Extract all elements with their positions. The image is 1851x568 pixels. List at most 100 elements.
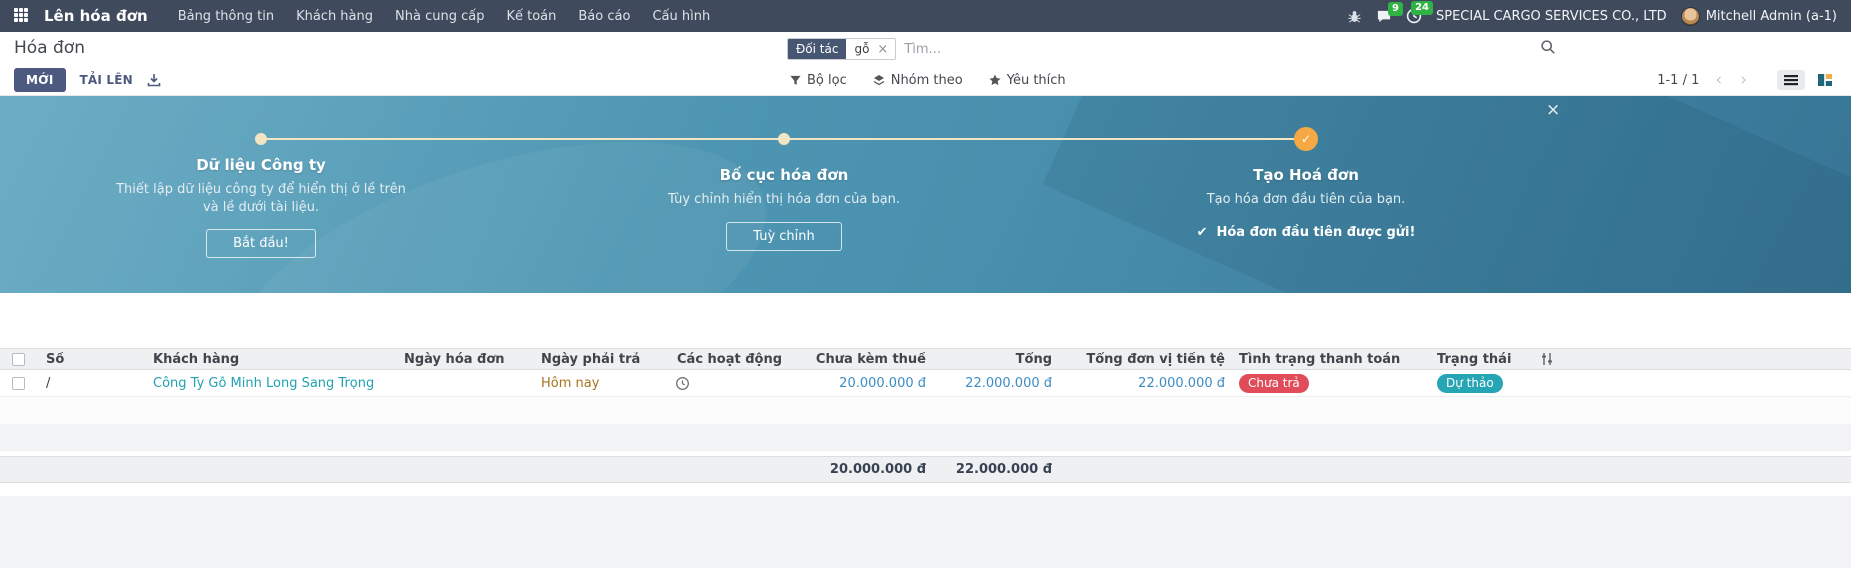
step2-subtitle: Tùy chỉnh hiển thị hóa đơn của bạn. xyxy=(667,192,901,207)
menu-item-settings[interactable]: Cấu hình xyxy=(642,2,720,31)
draft-badge: Dự thảo xyxy=(1437,373,1503,393)
facet-remove-icon[interactable]: × xyxy=(874,43,891,56)
cell-customer-link[interactable]: Công Ty Gỗ Minh Long Sang Trọng xyxy=(147,376,398,391)
company-switcher[interactable]: SPECIAL CARGO SERVICES CO., LTD xyxy=(1436,9,1667,24)
search-icon[interactable] xyxy=(1540,39,1556,59)
pager-next-icon[interactable]: › xyxy=(1736,71,1751,89)
cell-due-date: Hôm nay xyxy=(541,375,600,391)
breadcrumb-row: Hóa đơn Đối tác gỗ × xyxy=(0,32,1851,64)
unpaid-badge: Chưa trả xyxy=(1239,373,1309,393)
empty-row xyxy=(0,397,1851,424)
adjust-columns-icon[interactable] xyxy=(1532,352,1554,366)
search-bar: Đối tác gỗ × xyxy=(787,37,1065,61)
group-by-menu[interactable]: Nhóm theo xyxy=(873,73,963,88)
upload-button[interactable]: TẢI LÊN xyxy=(80,73,133,87)
row-checkbox[interactable] xyxy=(12,376,25,390)
table-row[interactable]: / Công Ty Gỗ Minh Long Sang Trọng Hôm na… xyxy=(0,370,1851,397)
step3-done-icon: ✓ xyxy=(1294,127,1318,151)
menu-item-dashboard[interactable]: Bảng thông tin xyxy=(168,2,284,31)
download-icon[interactable] xyxy=(147,73,161,87)
app-name[interactable]: Lên hóa đơn xyxy=(44,7,148,25)
favorites-menu[interactable]: Yêu thích xyxy=(989,73,1066,88)
banner-close-icon[interactable]: × xyxy=(1546,102,1560,119)
apps-grid-icon[interactable] xyxy=(14,8,30,24)
activities-clock-icon[interactable]: 24 xyxy=(1406,1,1433,24)
select-all-checkbox[interactable] xyxy=(12,352,25,366)
buttons-row: MỚI TẢI LÊN Bộ lọc Nhóm theo Yêu thích 1… xyxy=(0,64,1851,96)
kanban-view-icon[interactable] xyxy=(1811,70,1839,90)
col-payment-status[interactable]: Tình trạng thanh toán xyxy=(1233,352,1431,367)
facet-value: gỗ × xyxy=(846,39,896,59)
step1-title: Dữ liệu Công ty xyxy=(196,156,326,174)
col-total-currency[interactable]: Tổng đơn vị tiền tệ xyxy=(1060,352,1233,367)
app-window: Lên hóa đơn Bảng thông tin Khách hàng Nh… xyxy=(0,0,1851,568)
cell-untaxed: 20.000.000 đ xyxy=(839,375,926,391)
menu-item-reporting[interactable]: Báo cáo xyxy=(568,2,640,31)
search-facet: Đối tác gỗ × xyxy=(787,38,897,60)
search-input[interactable] xyxy=(904,41,1065,57)
col-untaxed[interactable]: Chưa kèm thuế xyxy=(785,352,934,367)
step2-customize-button[interactable]: Tuỳ chỉnh xyxy=(726,221,842,251)
messages-count-badge: 9 xyxy=(1388,1,1403,16)
onboarding-step-create-invoice: Tạo Hoá đơn Tạo hóa đơn đầu tiên của bạn… xyxy=(1106,166,1506,240)
activity-clock-icon[interactable] xyxy=(671,376,785,391)
col-total[interactable]: Tổng xyxy=(934,352,1060,367)
step1-start-button[interactable]: Bắt đầu! xyxy=(206,229,316,259)
pager-zone: 1-1 / 1 ‹ › xyxy=(1657,64,1839,96)
activities-count-badge: 24 xyxy=(1411,1,1433,15)
footer-untaxed-total: 20.000.000 đ xyxy=(829,462,926,477)
col-activities[interactable]: Các hoạt động xyxy=(671,352,785,367)
group-by-icon xyxy=(873,75,885,86)
step2-title: Bố cục hóa đơn xyxy=(719,166,849,184)
group-by-label: Nhóm theo xyxy=(890,72,963,88)
onboarding-step-invoice-layout: Bố cục hóa đơn Tùy chỉnh hiển thị hóa đơ… xyxy=(634,166,934,251)
cell-total-currency: 22.000.000 đ xyxy=(1138,375,1225,391)
cell-payment-status: Chưa trả xyxy=(1233,373,1431,393)
col-invoice-date[interactable]: Ngày hóa đơn xyxy=(398,352,535,367)
footer-total: 22.000.000 đ xyxy=(955,462,1052,477)
step1-subtitle: Thiết lập dữ liệu công ty để hiển thị ở … xyxy=(116,182,406,215)
facet-value-text: gỗ xyxy=(854,42,870,56)
empty-row xyxy=(0,424,1851,451)
col-number[interactable]: Số xyxy=(40,352,147,367)
step3-done-label: Hóa đơn đầu tiên được gửi! xyxy=(1216,224,1416,240)
filter-icon xyxy=(790,75,801,85)
onboarding-step-company-data: Dữ liệu Công ty Thiết lập dữ liệu công t… xyxy=(111,156,411,259)
cell-status: Dự thảo xyxy=(1431,373,1532,393)
list-view-icon[interactable] xyxy=(1777,70,1805,90)
star-icon xyxy=(989,74,1001,86)
col-due-date[interactable]: Ngày phải trả xyxy=(535,352,671,367)
new-button[interactable]: MỚI xyxy=(14,68,66,92)
onboarding-banner: ✓ Dữ liệu Công ty Thiết lập dữ liệu công… xyxy=(0,96,1851,293)
user-menu[interactable]: Mitchell Admin (a-1) xyxy=(1680,6,1837,26)
pager-prev-icon[interactable]: ‹ xyxy=(1711,71,1726,89)
menu-item-accounting[interactable]: Kế toán xyxy=(496,2,566,31)
page-background xyxy=(0,483,1851,568)
step1-dot xyxy=(255,133,267,145)
facet-label: Đối tác xyxy=(788,39,847,59)
debug-bug-icon[interactable] xyxy=(1347,9,1362,24)
favorites-label: Yêu thích xyxy=(1006,72,1066,88)
check-icon: ✔ xyxy=(1196,224,1208,240)
user-name: Mitchell Admin (a-1) xyxy=(1705,8,1837,24)
step3-subtitle: Tạo hóa đơn đầu tiên của bạn. xyxy=(1206,192,1406,207)
navbar-left: Lên hóa đơn Bảng thông tin Khách hàng Nh… xyxy=(14,2,720,31)
page-title: Hóa đơn xyxy=(14,38,85,58)
control-panel: Hóa đơn Đối tác gỗ × MỚI TẢI LÊN xyxy=(0,32,1851,96)
step3-done-line: ✔ Hóa đơn đầu tiên được gửi! xyxy=(1106,225,1506,240)
col-customer[interactable]: Khách hàng xyxy=(147,352,398,367)
user-avatar xyxy=(1680,6,1700,26)
filters-label: Bộ lọc xyxy=(807,72,847,88)
menu-item-customers[interactable]: Khách hàng xyxy=(286,2,383,31)
navbar-right: 9 24 SPECIAL CARGO SERVICES CO., LTD Mit… xyxy=(1347,1,1837,26)
step2-dot xyxy=(778,133,790,145)
pager-range: 1-1 / 1 xyxy=(1657,72,1700,88)
table-header-row: Số Khách hàng Ngày hóa đơn Ngày phải trả… xyxy=(0,348,1851,370)
content-gap xyxy=(0,293,1851,348)
top-navbar: Lên hóa đơn Bảng thông tin Khách hàng Nh… xyxy=(0,0,1851,32)
menu-item-vendors[interactable]: Nhà cung cấp xyxy=(385,2,494,31)
filters-menu[interactable]: Bộ lọc xyxy=(790,73,847,88)
step3-title: Tạo Hoá đơn xyxy=(1253,166,1359,184)
messages-icon[interactable]: 9 xyxy=(1376,1,1403,24)
col-status[interactable]: Trạng thái xyxy=(1431,352,1532,367)
